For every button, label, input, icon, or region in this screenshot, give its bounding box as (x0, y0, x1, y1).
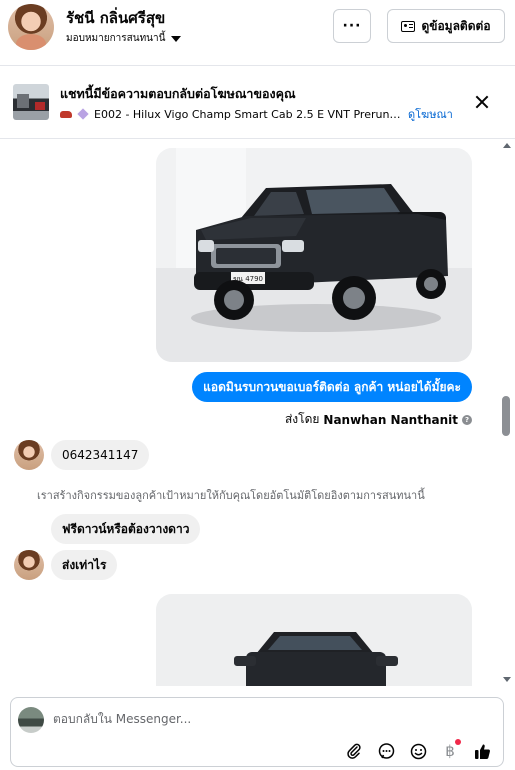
scroll-up-icon[interactable] (503, 143, 511, 148)
customer-avatar[interactable] (14, 550, 44, 580)
baht-icon[interactable]: ฿ (441, 739, 461, 760)
ad-thumbnail[interactable] (13, 84, 49, 120)
chat-bubble-icon[interactable] (377, 742, 395, 760)
sent-by-label: ส่งโดย (284, 412, 320, 426)
customer-avatar[interactable] (14, 440, 44, 470)
close-icon[interactable] (474, 94, 490, 110)
message-scrollbar[interactable] (500, 140, 514, 686)
ad-reply-banner: แชทนี้มีข้อความตอบกลับต่อโฆษณาของคุณ E00… (0, 67, 515, 139)
page-avatar (18, 707, 44, 733)
contact-avatar[interactable] (8, 4, 54, 50)
system-notice: เราสร้างกิจกรรมของลูกค้าเป้าหมายให้กับคุ… (37, 489, 425, 502)
car-emoji-icon (60, 110, 72, 118)
ad-text: E002 - Hilux Vigo Champ Smart Cab 2.5 E … (94, 107, 404, 121)
diamond-emoji-icon (77, 108, 89, 120)
assign-conversation-dropdown[interactable]: มอบหมายการสนทนานี้ (66, 31, 182, 46)
contact-name[interactable]: รัชนี กลิ่นศรีสุข (66, 6, 165, 30)
reply-input[interactable] (53, 710, 473, 728)
view-contact-info-button[interactable]: ดูข้อมูลติดต่อ (387, 9, 505, 43)
contact-card-icon (401, 20, 416, 32)
incoming-message-bubble[interactable]: ฟรีดาวน์หรือต้องวางดาว (51, 514, 201, 544)
sent-by-line: ส่งโดย Nanwhan Nanthanit ? (285, 410, 472, 429)
view-ad-link[interactable]: ดูโฆษณา (408, 105, 453, 123)
incoming-message-bubble[interactable]: 0642341147 (51, 440, 150, 470)
chevron-down-icon (171, 35, 182, 42)
info-icon[interactable]: ? (462, 414, 472, 425)
car-photo-message[interactable] (156, 594, 472, 686)
thumbs-up-icon[interactable] (473, 742, 491, 760)
outgoing-message-bubble[interactable]: แอดมินรบกวนขอเบอร์ติดต่อ ลูกค้า หน่อยได้… (192, 372, 472, 402)
sent-by-name: Nanwhan Nanthanit (323, 412, 458, 427)
chat-header: รัชนี กลิ่นศรีสุข มอบหมายการสนทนานี้ ···… (0, 0, 515, 66)
notification-dot (455, 739, 461, 745)
message-thread: ฆน 4790 แอดมินรบกวนขอเบอร์ติดต่อ ลูกค้า … (0, 140, 515, 686)
attachment-icon[interactable] (345, 742, 363, 760)
scroll-thumb[interactable] (502, 396, 510, 436)
ad-description-line: E002 - Hilux Vigo Champ Smart Cab 2.5 E … (60, 105, 460, 123)
ad-banner-title: แชทนี้มีข้อความตอบกลับต่อโฆษณาของคุณ (60, 86, 296, 101)
message-composer: ฿ (10, 697, 504, 767)
assign-label: มอบหมายการสนทนานี้ (66, 33, 166, 44)
car-photo-message[interactable]: ฆน 4790 (156, 148, 472, 362)
emoji-icon[interactable] (409, 742, 427, 760)
incoming-message-bubble[interactable]: ส่งเท่าไร (51, 550, 118, 580)
view-contact-info-label: ดูข้อมูลติดต่อ (421, 18, 491, 33)
more-options-button[interactable]: ··· (333, 9, 371, 43)
scroll-down-icon[interactable] (503, 677, 511, 682)
baht-symbol: ฿ (445, 741, 455, 760)
